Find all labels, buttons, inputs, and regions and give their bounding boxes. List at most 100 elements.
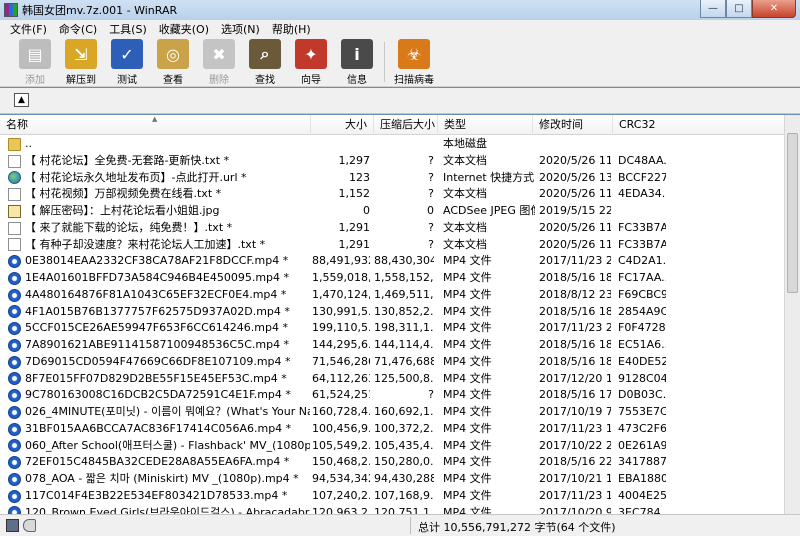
list-header: 名称 ▲ 大小 压缩后大小 类型 修改时间 CRC32 [0, 115, 784, 135]
mp4-file-icon [8, 355, 21, 369]
cell-name: 4F1A015B76B1377757F62575D937A02D.mp4 * [8, 304, 310, 321]
table-row[interactable]: 8F7E015FF07D829D2BE55F15E45EF53C.mp4 * 64… [0, 371, 784, 388]
table-row[interactable]: 060_After School(애프터스쿨) - Flashback' MV_… [0, 438, 784, 455]
mp4-file-icon [8, 255, 21, 269]
table-row[interactable]: 078_AOA - 짧은 치마 (Miniskirt) MV _(1080p).… [0, 471, 784, 488]
cell-size [312, 136, 370, 153]
table-row[interactable]: 【 来了就能下载的论坛，纯免费！】.txt * 1,291? 文本文档 2020/5/… [0, 220, 784, 237]
table-row[interactable]: 5CCF015CE26AE59947F653F6CC614246.mp4 * 19… [0, 320, 784, 337]
menu-help[interactable]: 帮助(H) [266, 21, 317, 37]
cell-type: MP4 文件 [443, 388, 492, 402]
table-row[interactable]: 7D69015CD0594F47669C66DF8E107109.mp4 * 71… [0, 354, 784, 371]
maximize-button[interactable]: □ [726, 0, 752, 18]
cell-name: 120_Brown Eyed Girls(브라운아이드걸스) - Abracad… [8, 505, 310, 514]
drive-icon[interactable] [6, 519, 19, 532]
table-row[interactable]: 4F1A015B76B1377757F62575D937A02D.mp4 * 13… [0, 304, 784, 321]
toolbar-button-4[interactable]: ✖ 删除 [196, 37, 242, 87]
cell-packed-size: 1,558,152,... [374, 271, 434, 284]
table-row[interactable]: 31BF015AA6BCCA7AC836F17414C056A6.mp4 * 10… [0, 421, 784, 438]
table-row[interactable]: 【 村花论坛】全免费-无套路-更新快.txt * 1,297? 文本文档 2020/5… [0, 153, 784, 170]
table-row[interactable]: 7A8901621ABE91141587100948536C5C.mp4 * 14… [0, 337, 784, 354]
cell-crc32: FC17AA... [618, 271, 666, 284]
menu-favorites[interactable]: 收藏夹(O) [153, 21, 215, 37]
menu-options[interactable]: 选项(N) [215, 21, 266, 37]
key-icon[interactable] [23, 519, 36, 532]
toolbar-button-8[interactable]: ☣ 扫描病毒 [391, 37, 437, 87]
scrollbar-thumb[interactable] [787, 133, 798, 293]
toolbar-button-6[interactable]: ✦ 向导 [288, 37, 334, 87]
file-name: 117C014F4E3B22E534EF803421D78533.mp4 * [25, 488, 288, 502]
cell-modified: 2017/11/23 1... [539, 488, 611, 502]
cell-packed-size: 0 [427, 204, 434, 217]
cell-crc32: D0B03C... [618, 388, 666, 402]
column-type[interactable]: 类型 [438, 115, 533, 135]
file-name: 0E38014EAA2332CF38CA78AF21F8DCCF.mp4 * [25, 254, 289, 268]
cell-name: 9C780163008C16DCB2C5DA72591C4E1F.mp4 * [8, 387, 310, 404]
cell-name: 7D69015CD0594F47669C66DF8E107109.mp4 * [8, 354, 310, 371]
toolbar-button-7[interactable]: i 信息 [334, 37, 380, 87]
close-button[interactable]: ✕ [752, 0, 796, 18]
column-modified[interactable]: 修改时间 [533, 115, 613, 135]
cell-crc32: 4EDA34... [618, 187, 666, 201]
toolbar-button-5[interactable]: ⌕ 查找 [242, 37, 288, 87]
cell-type: MP4 文件 [443, 421, 492, 435]
minimize-button[interactable]: — [700, 0, 726, 18]
cell-modified: 2018/5/16 18... [539, 304, 611, 318]
cell-packed-size: 144,114,4... [374, 338, 434, 351]
cell-type: MP4 文件 [443, 438, 492, 452]
toolbar-button-0[interactable]: ▤ 添加 [12, 37, 58, 87]
cell-name: 026_4MINUTE(포미닛) - 이름이 뭐예요？(What's Your … [8, 404, 310, 421]
cell-modified: 2017/11/23 2... [539, 254, 611, 268]
cell-modified: 2020/5/26 11... [539, 187, 611, 201]
table-row[interactable]: 120_Brown Eyed Girls(브라운아이드걸스) - Abracad… [0, 505, 784, 514]
cell-type: 文本文档 [443, 237, 487, 251]
table-row[interactable]: 【 村花论坛永久地址发布页】-点此打开.url * 123? Internet 快捷… [0, 170, 784, 187]
toolbar-button-3[interactable]: ◎ 查看 [150, 37, 196, 87]
table-row[interactable]: 1E4A01601BFFD73A584C946B4E450095.mp4 * 1,… [0, 270, 784, 287]
virus-scan-icon: ☣ [398, 39, 430, 69]
file-name: 078_AOA - 짧은 치마 (Miniskirt) MV _(1080p).… [25, 472, 299, 485]
table-row[interactable]: 0E38014EAA2332CF38CA78AF21F8DCCF.mp4 * 88… [0, 253, 784, 270]
column-crc32[interactable]: CRC32 [613, 115, 784, 135]
table-row[interactable]: 【 有种子却没速度？来村花论坛人工加速】.txt * 1,291? 文本文档 2020… [0, 237, 784, 254]
cell-name: 8F7E015FF07D829D2BE55F15E45EF53C.mp4 * [8, 371, 310, 388]
table-row[interactable]: 117C014F4E3B22E534EF803421D78533.mp4 * 10… [0, 488, 784, 505]
cell-type: MP4 文件 [443, 287, 492, 301]
cell-size: 64,112,263 [312, 371, 370, 385]
cell-crc32: DC48AA... [618, 153, 666, 167]
menu-commands[interactable]: 命令(C) [53, 21, 103, 37]
cell-size: 199,110,5... [312, 321, 370, 335]
cell-size: 1,152 [338, 187, 371, 201]
title-bar: 韩国女团mv.7z.001 - WinRAR — □ ✕ [0, 0, 800, 20]
cell-packed-size: 130,852,2... [374, 304, 434, 318]
toolbar-button-1[interactable]: ⇲ 解压到 [58, 37, 104, 87]
toolbar-button-2[interactable]: ✓ 测试 [104, 37, 150, 87]
file-name: 【 来了就能下载的论坛，纯免费！】.txt * [25, 220, 233, 234]
test-archive-icon: ✓ [111, 39, 143, 69]
cell-type: MP4 文件 [443, 304, 492, 318]
cell-modified: 2017/11/23 2... [539, 321, 611, 335]
up-folder-icon[interactable]: ▲ [14, 93, 29, 107]
cell-size: 71,546,286 [312, 354, 370, 368]
menu-file[interactable]: 文件(F) [4, 21, 53, 37]
column-packed-size[interactable]: 压缩后大小 [374, 115, 438, 135]
file-name: 4A480164876F81A1043C65EF32ECF0E4.mp4 * [25, 287, 287, 301]
menu-tools[interactable]: 工具(S) [103, 21, 153, 37]
table-row[interactable]: 026_4MINUTE(포미닛) - 이름이 뭐예요？(What's Your … [0, 404, 784, 421]
column-size[interactable]: 大小 [311, 115, 374, 135]
cell-name: 【 村花视频】万部视频免费在线看.txt * [8, 186, 310, 203]
vertical-scrollbar[interactable] [784, 115, 800, 514]
table-row[interactable]: 【 解压密码】：上村花论坛看小姐姐.jpg 0 0 ACDSee JPEG 图像 201… [0, 203, 784, 220]
table-row[interactable]: 9C780163008C16DCB2C5DA72591C4E1F.mp4 * 61… [0, 387, 784, 404]
mp4-file-icon [8, 338, 21, 352]
file-list: 名称 ▲ 大小 压缩后大小 类型 修改时间 CRC32 .. 本地磁盘【 村花论坛… [0, 115, 800, 514]
cell-type: MP4 文件 [443, 455, 492, 469]
table-row[interactable]: .. 本地磁盘 [0, 136, 784, 153]
mp4-file-icon [8, 372, 21, 386]
table-row[interactable]: 【 村花视频】万部视频免费在线看.txt * 1,152? 文本文档 2020/5/2… [0, 186, 784, 203]
table-row[interactable]: 4A480164876F81A1043C65EF32ECF0E4.mp4 * 1,… [0, 287, 784, 304]
table-row[interactable]: 72EF015C4845BA32CEDE28A8A55EA6FA.mp4 * 15… [0, 454, 784, 471]
cell-modified [539, 136, 611, 153]
cell-packed-size: 160,692,1... [374, 405, 434, 418]
cell-packed-size: ? [428, 187, 434, 201]
